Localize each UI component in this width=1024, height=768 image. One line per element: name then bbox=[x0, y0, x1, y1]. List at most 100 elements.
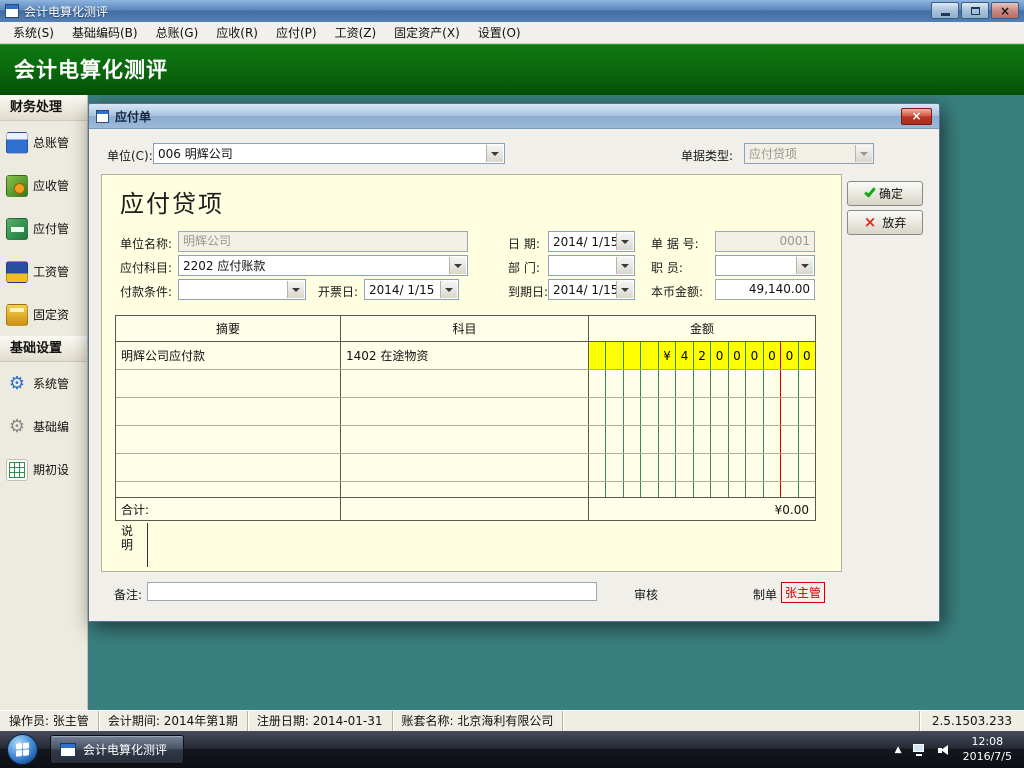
column-header-amount: 金额 bbox=[689, 322, 714, 336]
sidebar-item-basic-codes[interactable]: ⚙ 基础编 bbox=[0, 405, 87, 448]
chevron-down-icon[interactable] bbox=[616, 257, 633, 274]
staff-combobox[interactable] bbox=[715, 255, 815, 276]
dialog-titlebar[interactable]: 应付单 bbox=[89, 104, 939, 129]
amount-cell[interactable] bbox=[589, 370, 815, 397]
amount-cell[interactable] bbox=[589, 426, 815, 453]
minimize-button[interactable] bbox=[931, 2, 959, 19]
system-tray: ▲ 12:08 2016/7/5 bbox=[895, 735, 1024, 764]
cancel-button[interactable]: × 放弃 bbox=[847, 210, 923, 235]
amount-digit-cell[interactable] bbox=[623, 342, 642, 369]
amount-digit-cell[interactable] bbox=[641, 342, 659, 369]
account-cell[interactable] bbox=[341, 370, 589, 397]
menu-item-payables[interactable]: 应付(P) bbox=[267, 21, 326, 44]
account-cell[interactable] bbox=[341, 482, 589, 497]
menu-item-fixed-assets[interactable]: 固定资产(X) bbox=[385, 21, 469, 44]
amount-digit-cell bbox=[781, 370, 799, 397]
summary-cell[interactable] bbox=[116, 398, 341, 425]
sidebar-item-salary[interactable]: 工资管 bbox=[0, 250, 87, 293]
taskbar: 会计电算化测评 ▲ 12:08 2016/7/5 bbox=[0, 731, 1024, 768]
status-version: 2.5.1503.233 bbox=[918, 711, 1024, 731]
combobox-value: 2014/ 1/15 bbox=[553, 283, 619, 297]
summary-cell[interactable] bbox=[116, 482, 341, 497]
amount-digit-cell[interactable]: 0 bbox=[763, 342, 782, 369]
table-row-empty[interactable] bbox=[116, 454, 815, 482]
summary-cell[interactable] bbox=[116, 454, 341, 481]
menu-item-basic-codes[interactable]: 基础编码(B) bbox=[63, 21, 147, 44]
amount-cell[interactable] bbox=[589, 482, 815, 497]
amount-field[interactable]: 49,140.00 bbox=[715, 279, 815, 300]
table-row-empty[interactable] bbox=[116, 426, 815, 454]
unit-name-label: 单位名称: bbox=[120, 237, 173, 251]
combobox-value: 应付贷项 bbox=[749, 147, 798, 161]
payment-terms-combobox[interactable] bbox=[178, 279, 306, 300]
taskbar-app-button[interactable]: 会计电算化测评 bbox=[50, 735, 185, 764]
chevron-down-icon[interactable] bbox=[287, 281, 304, 298]
ok-button-label: 确定 bbox=[878, 187, 903, 201]
summary-cell[interactable] bbox=[116, 370, 341, 397]
sidebar-item-general-ledger[interactable]: 总账管 bbox=[0, 121, 87, 164]
start-button[interactable] bbox=[7, 734, 38, 765]
entries-table: 摘要 科目 金额 明辉公司应付款 1402 在途物资 ¥4 2 0 0 0 0 0 0 bbox=[115, 315, 816, 521]
network-icon[interactable] bbox=[912, 743, 927, 756]
sidebar-item-payable[interactable]: 应付管 bbox=[0, 207, 87, 250]
table-row-empty[interactable] bbox=[116, 370, 815, 398]
sidebar-item-fixed-assets[interactable]: 固定资 bbox=[0, 293, 87, 336]
close-button[interactable]: × bbox=[991, 2, 1019, 19]
maximize-button[interactable] bbox=[961, 2, 989, 19]
amount-cell[interactable] bbox=[589, 454, 815, 481]
tray-expand-icon[interactable]: ▲ bbox=[895, 745, 902, 755]
table-row-empty[interactable] bbox=[116, 398, 815, 426]
remark-input[interactable] bbox=[147, 582, 597, 601]
table-row[interactable]: 明辉公司应付款 1402 在途物资 ¥4 2 0 0 0 0 0 0 bbox=[116, 342, 815, 370]
account-cell[interactable]: 1402 在途物资 bbox=[341, 342, 589, 369]
account-cell[interactable] bbox=[341, 454, 589, 481]
chevron-down-icon[interactable] bbox=[616, 233, 633, 250]
amount-digit-cell[interactable]: 0 bbox=[711, 342, 729, 369]
clock[interactable]: 12:08 2016/7/5 bbox=[963, 735, 1012, 764]
invoice-date-combobox[interactable]: 2014/ 1/15 bbox=[364, 279, 459, 300]
amount-digit-cell[interactable]: 2 bbox=[693, 342, 712, 369]
menu-item-salary[interactable]: 工资(Z) bbox=[326, 21, 386, 44]
sidebar-item-system[interactable]: ⚙ 系统管 bbox=[0, 362, 87, 405]
summary-cell[interactable]: 明辉公司应付款 bbox=[116, 342, 341, 369]
summary-cell[interactable] bbox=[116, 426, 341, 453]
chevron-down-icon[interactable] bbox=[449, 257, 466, 274]
amount-digit-cell[interactable]: 0 bbox=[746, 342, 764, 369]
chevron-down-icon[interactable] bbox=[796, 257, 813, 274]
account-cell[interactable] bbox=[341, 426, 589, 453]
menu-item-receivables[interactable]: 应收(R) bbox=[207, 21, 267, 44]
account-cell[interactable] bbox=[341, 398, 589, 425]
amount-digit-cell bbox=[624, 454, 642, 481]
amount-digit-cell bbox=[799, 398, 815, 425]
amount-digit-cell[interactable]: 4 bbox=[676, 342, 694, 369]
menu-item-system[interactable]: 系统(S) bbox=[4, 21, 63, 44]
amount-digit-cell[interactable]: 0 bbox=[798, 342, 815, 369]
sidebar-item-label: 期初设 bbox=[33, 463, 70, 477]
chevron-down-icon[interactable] bbox=[486, 145, 503, 162]
amount-cell[interactable]: ¥4 2 0 0 0 0 0 0 bbox=[589, 342, 815, 369]
department-combobox[interactable] bbox=[548, 255, 635, 276]
menu-item-general-ledger[interactable]: 总账(G) bbox=[147, 21, 208, 44]
chevron-down-icon[interactable] bbox=[440, 281, 457, 298]
ok-button[interactable]: 确定 bbox=[847, 181, 923, 206]
amount-digit-cell[interactable] bbox=[606, 342, 624, 369]
unit-combobox[interactable]: 006 明辉公司 bbox=[153, 143, 505, 164]
payable-account-combobox[interactable]: 2202 应付账款 bbox=[178, 255, 468, 276]
table-row-empty[interactable] bbox=[116, 482, 815, 498]
amount-cell[interactable] bbox=[589, 398, 815, 425]
amount-digit-cell[interactable]: 0 bbox=[728, 342, 747, 369]
sidebar-item-receivable[interactable]: 应收管 bbox=[0, 164, 87, 207]
chevron-down-icon[interactable] bbox=[616, 281, 633, 298]
note-area[interactable]: 说 明 bbox=[115, 523, 816, 569]
amount-digit-cell[interactable]: 0 bbox=[781, 342, 799, 369]
menu-item-settings[interactable]: 设置(O) bbox=[469, 21, 530, 44]
amount-grid[interactable]: ¥4 2 0 0 0 0 0 0 bbox=[589, 342, 815, 369]
amount-digit-cell[interactable]: ¥ bbox=[658, 342, 677, 369]
sidebar-item-initial-setup[interactable]: 期初设 bbox=[0, 448, 87, 491]
volume-icon[interactable] bbox=[937, 744, 952, 756]
dialog-close-button[interactable]: × bbox=[901, 108, 932, 125]
minimize-icon bbox=[940, 12, 950, 16]
date-combobox[interactable]: 2014/ 1/15 bbox=[548, 231, 635, 252]
due-date-combobox[interactable]: 2014/ 1/15 bbox=[548, 279, 635, 300]
amount-digit-cell[interactable] bbox=[589, 342, 607, 369]
